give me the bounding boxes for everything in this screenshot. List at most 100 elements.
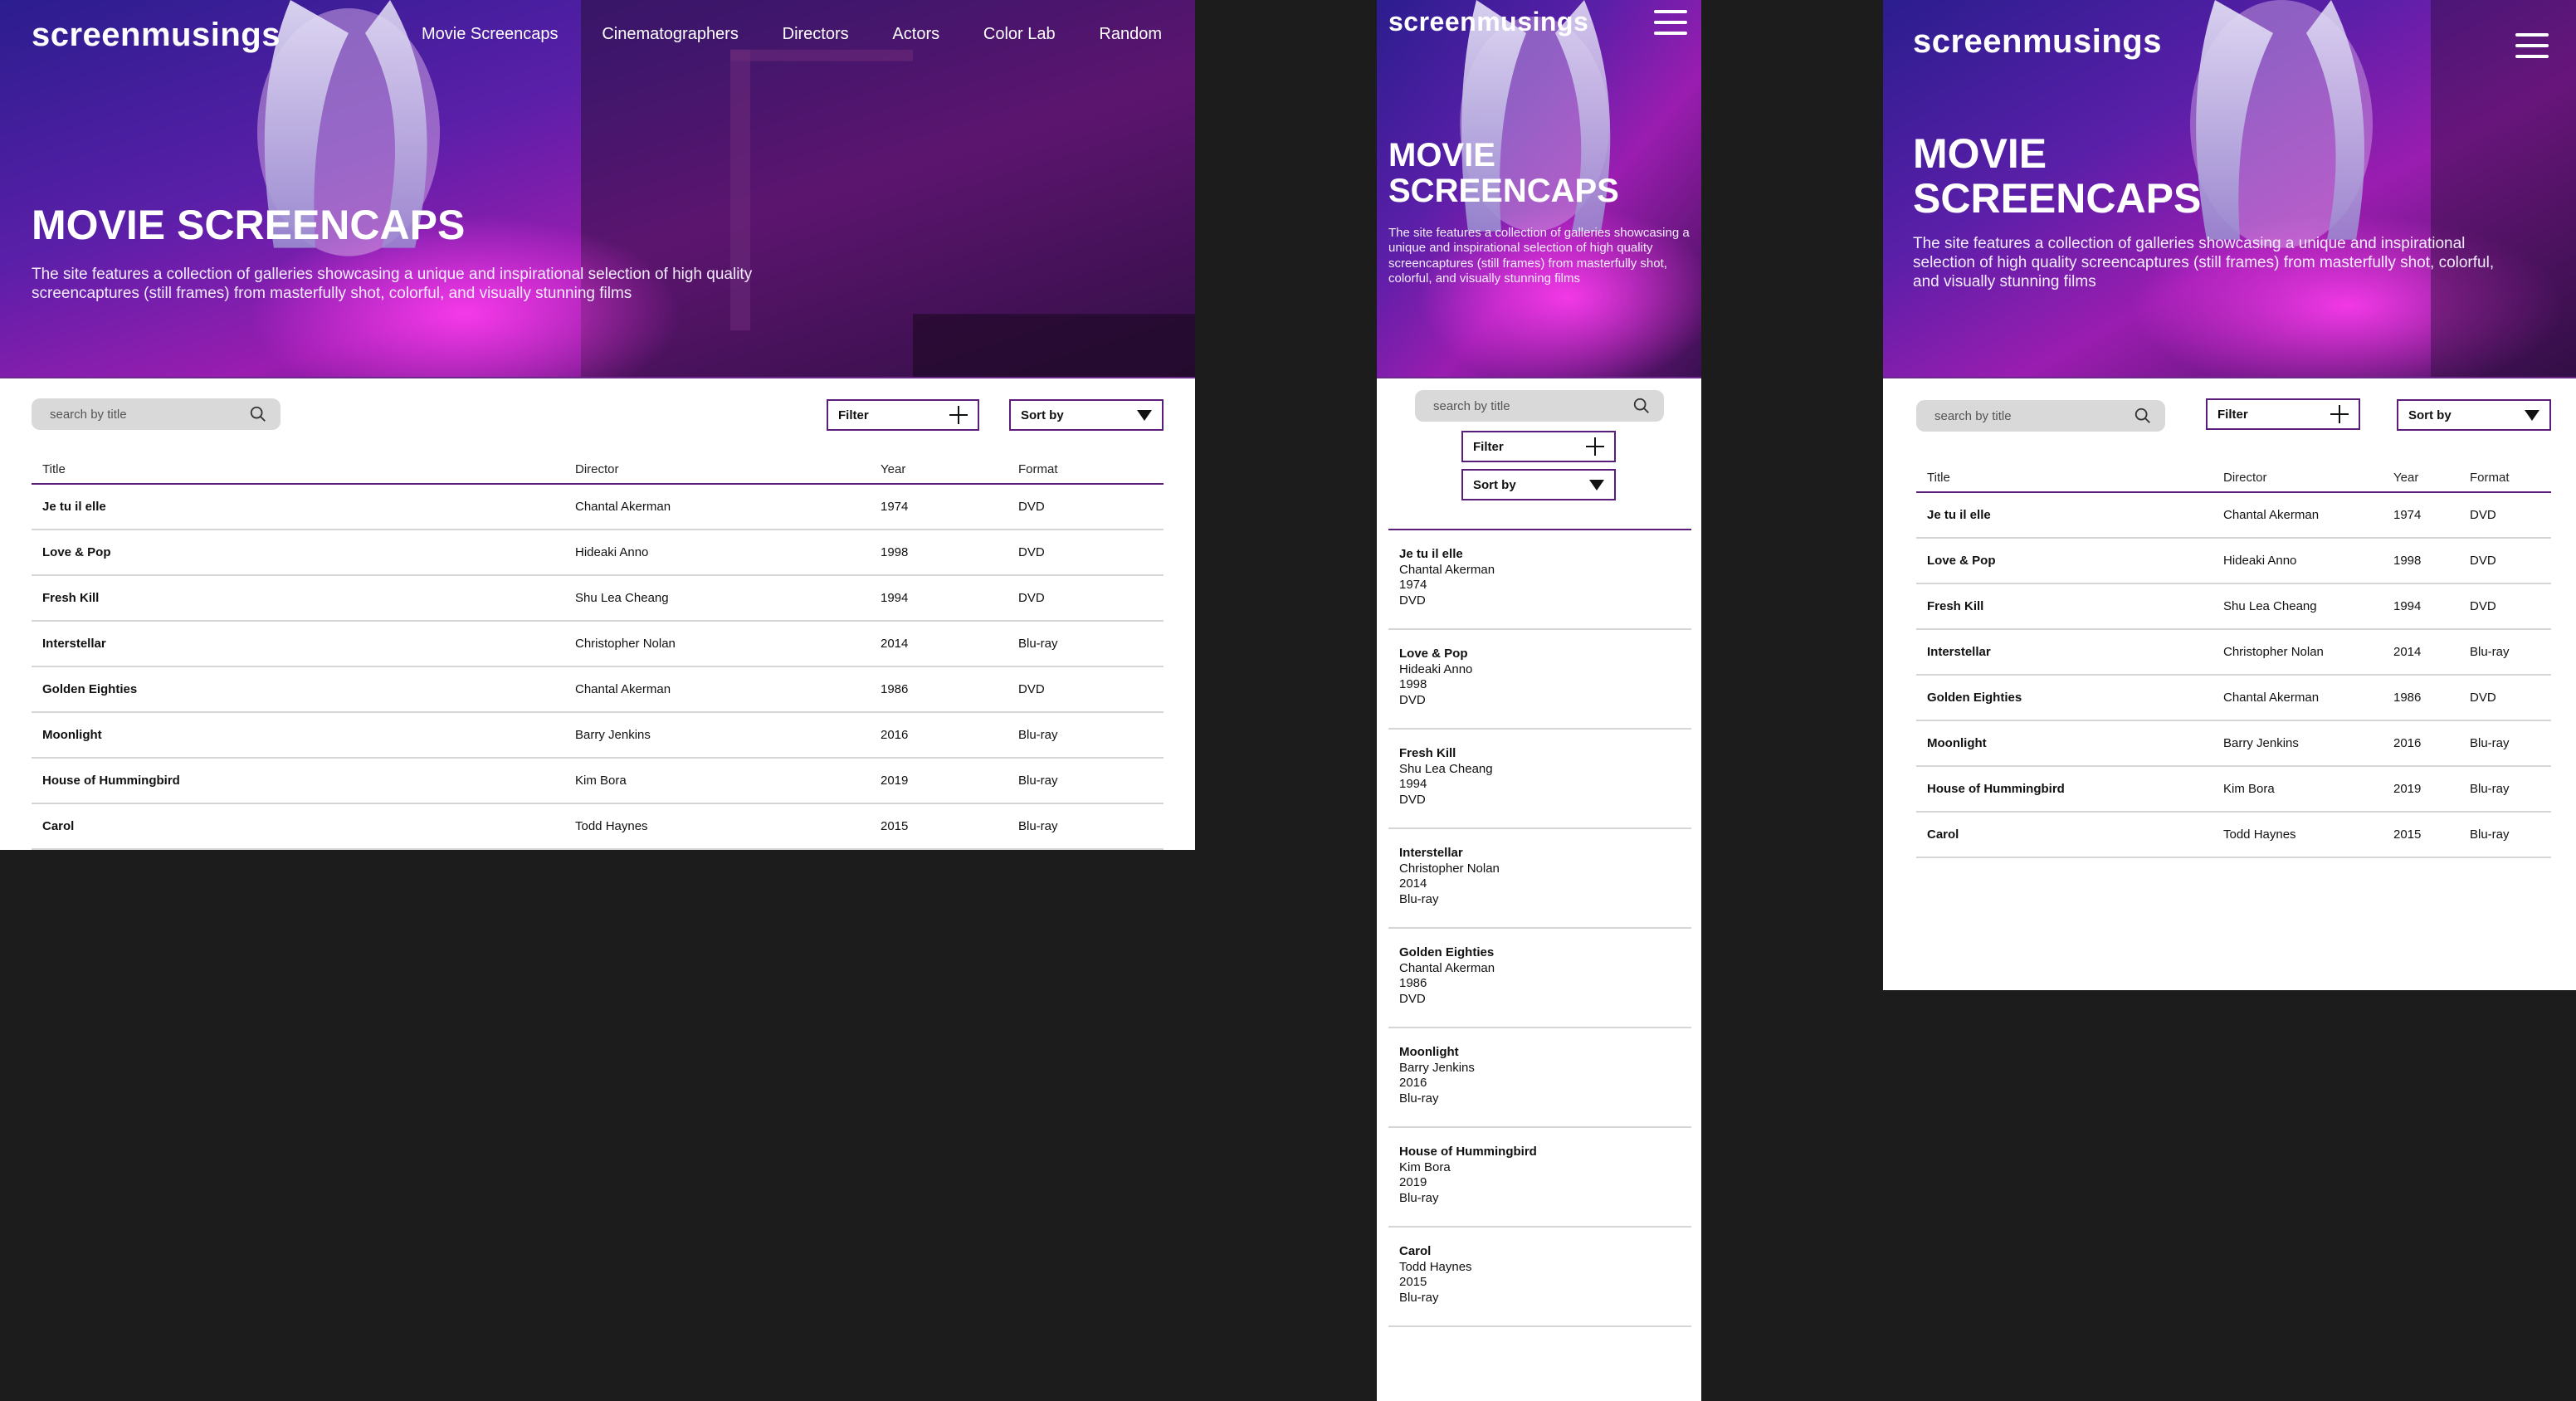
cell-year: 1986 xyxy=(2393,691,2422,705)
column-header-title[interactable]: Title xyxy=(32,462,564,476)
item-year: 2016 xyxy=(1399,1076,1427,1090)
hamburger-menu-icon[interactable] xyxy=(1654,10,1687,35)
table-row[interactable]: Interstellar Christopher Nolan 2014 Blu-ray xyxy=(1916,630,2551,676)
table-row[interactable]: Love & Pop Hideaki Anno 1998 DVD xyxy=(1916,539,2551,584)
filter-button[interactable]: Filter xyxy=(2206,398,2360,430)
column-header-title[interactable]: Title xyxy=(1916,471,2213,485)
nav-item-movie-screencaps[interactable]: Movie Screencaps xyxy=(422,25,559,44)
sort-dropdown[interactable]: Sort by xyxy=(1461,469,1616,500)
filter-label: Filter xyxy=(1473,439,1504,454)
list-item[interactable]: Moonlight Barry Jenkins 2016 Blu-ray xyxy=(1388,1028,1691,1128)
column-header-director[interactable]: Director xyxy=(2213,471,2383,485)
cell-year: 2019 xyxy=(2393,782,2422,796)
table-row[interactable]: Golden Eighties Chantal Akerman 1986 DVD xyxy=(32,667,1164,713)
cell-year: 1974 xyxy=(2393,508,2422,522)
list-item[interactable]: Love & Pop Hideaki Anno 1998 DVD xyxy=(1388,630,1691,730)
brand-logo[interactable]: screenmusings xyxy=(1913,23,2162,61)
nav-item-random[interactable]: Random xyxy=(1099,25,1162,44)
table-row[interactable]: Love & Pop Hideaki Anno 1998 DVD xyxy=(32,530,1164,576)
cell-format: Blu-ray xyxy=(2470,645,2510,659)
nav-item-actors[interactable]: Actors xyxy=(892,25,939,44)
cell-title: Je tu il elle xyxy=(42,500,106,514)
column-header-director[interactable]: Director xyxy=(564,462,870,476)
cell-format: DVD xyxy=(2470,599,2496,613)
table-row[interactable]: Interstellar Christopher Nolan 2014 Blu-ray xyxy=(32,622,1164,667)
caret-down-icon xyxy=(1589,479,1604,491)
list-item[interactable]: Je tu il elle Chantal Akerman 1974 DVD xyxy=(1388,530,1691,630)
cell-year: 2014 xyxy=(881,637,909,651)
cell-year: 1998 xyxy=(2393,554,2422,568)
table-row[interactable]: House of Hummingbird Kim Bora 2019 Blu-ray xyxy=(1916,767,2551,813)
table-row[interactable]: House of Hummingbird Kim Bora 2019 Blu-ray xyxy=(32,759,1164,804)
item-title: Moonlight xyxy=(1399,1045,1459,1059)
cell-year: 2016 xyxy=(881,728,909,742)
cell-format: Blu-ray xyxy=(2470,782,2510,796)
nav-item-cinematographers[interactable]: Cinematographers xyxy=(602,25,739,44)
brand-logo[interactable]: screenmusings xyxy=(32,17,281,54)
table-row[interactable]: Moonlight Barry Jenkins 2016 Blu-ray xyxy=(32,713,1164,759)
search-icon[interactable] xyxy=(1632,397,1651,415)
search-input[interactable] xyxy=(1934,408,2109,423)
tablet-layout: screenmusings MOVIE SCREENCAPS The site … xyxy=(1883,0,2576,990)
table-row[interactable]: Carol Todd Haynes 2015 Blu-ray xyxy=(1916,813,2551,858)
column-header-year[interactable]: Year xyxy=(2383,471,2459,485)
movies-table: Title Director Year Format Je tu il elle… xyxy=(32,455,1164,850)
hero-banner: screenmusings Movie Screencaps Cinematog… xyxy=(0,0,1195,378)
page-title: MOVIE SCREENCAPS xyxy=(32,202,466,248)
sort-dropdown[interactable]: Sort by xyxy=(2397,399,2551,431)
search-bar xyxy=(1916,400,2165,432)
item-year: 2015 xyxy=(1399,1275,1427,1289)
search-icon[interactable] xyxy=(249,405,267,423)
search-icon[interactable] xyxy=(2134,407,2152,425)
cell-title: Je tu il elle xyxy=(1927,508,1991,522)
item-title: Love & Pop xyxy=(1399,647,1468,661)
cell-director: Chantal Akerman xyxy=(575,500,671,514)
table-row[interactable]: Fresh Kill Shu Lea Cheang 1994 DVD xyxy=(32,576,1164,622)
sort-label: Sort by xyxy=(2408,408,2452,422)
movies-list: Je tu il elle Chantal Akerman 1974 DVD Love … xyxy=(1388,529,1691,1327)
list-item[interactable]: Carol Todd Haynes 2015 Blu-ray xyxy=(1388,1228,1691,1327)
filter-button[interactable]: Filter xyxy=(827,399,979,431)
cell-year: 2015 xyxy=(2393,827,2422,842)
item-format: DVD xyxy=(1399,792,1426,807)
column-header-format[interactable]: Format xyxy=(2459,471,2551,485)
cell-year: 1974 xyxy=(881,500,909,514)
list-item[interactable]: Interstellar Christopher Nolan 2014 Blu-ray xyxy=(1388,829,1691,929)
table-row[interactable]: Je tu il elle Chantal Akerman 1974 DVD xyxy=(1916,493,2551,539)
column-header-format[interactable]: Format xyxy=(1007,462,1164,476)
cell-director: Hideaki Anno xyxy=(2223,554,2297,568)
filter-button[interactable]: Filter xyxy=(1461,431,1616,462)
brand-logo[interactable]: screenmusings xyxy=(1388,7,1588,37)
table-row[interactable]: Carol Todd Haynes 2015 Blu-ray xyxy=(32,804,1164,850)
cell-format: Blu-ray xyxy=(1018,728,1058,742)
plus-icon xyxy=(1586,437,1604,456)
search-input[interactable] xyxy=(1433,398,1608,413)
cell-director: Shu Lea Cheang xyxy=(575,591,669,605)
cell-director: Christopher Nolan xyxy=(575,637,676,651)
column-header-year[interactable]: Year xyxy=(870,462,1007,476)
item-format: DVD xyxy=(1399,991,1426,1006)
cell-title: Love & Pop xyxy=(42,545,111,559)
caret-down-icon xyxy=(1137,409,1152,421)
table-row[interactable]: Moonlight Barry Jenkins 2016 Blu-ray xyxy=(1916,721,2551,767)
caret-down-icon xyxy=(2525,409,2539,421)
item-title: Je tu il elle xyxy=(1399,547,1463,561)
nav-item-color-lab[interactable]: Color Lab xyxy=(983,25,1056,44)
list-item[interactable]: House of Hummingbird Kim Bora 2019 Blu-ray xyxy=(1388,1128,1691,1228)
cell-title: Carol xyxy=(42,819,75,833)
hero-banner: screenmusings MOVIE SCREENCAPS The site … xyxy=(1377,0,1701,378)
table-row[interactable]: Golden Eighties Chantal Akerman 1986 DVD xyxy=(1916,676,2551,721)
table-row[interactable]: Fresh Kill Shu Lea Cheang 1994 DVD xyxy=(1916,584,2551,630)
hamburger-menu-icon[interactable] xyxy=(2515,33,2549,58)
search-input[interactable] xyxy=(50,407,224,422)
list-item[interactable]: Fresh Kill Shu Lea Cheang 1994 DVD xyxy=(1388,730,1691,829)
list-item[interactable]: Golden Eighties Chantal Akerman 1986 DVD xyxy=(1388,929,1691,1028)
table-row[interactable]: Je tu il elle Chantal Akerman 1974 DVD xyxy=(32,485,1164,530)
cell-director: Chantal Akerman xyxy=(2223,691,2320,705)
sort-dropdown[interactable]: Sort by xyxy=(1009,399,1164,431)
item-director: Christopher Nolan xyxy=(1399,861,1500,876)
nav-item-directors[interactable]: Directors xyxy=(783,25,849,44)
cell-director: Chantal Akerman xyxy=(2223,508,2320,522)
cell-format: DVD xyxy=(2470,508,2496,522)
item-format: Blu-ray xyxy=(1399,1091,1439,1106)
